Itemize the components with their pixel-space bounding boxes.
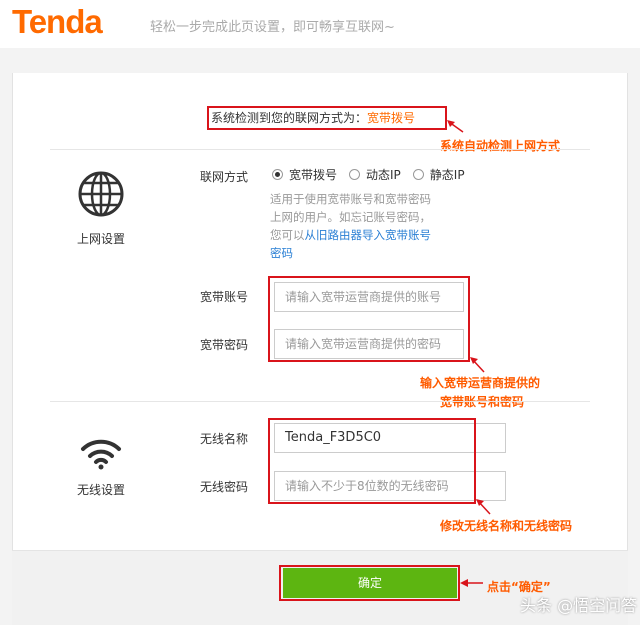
hint-line-4[interactable]: 密码 xyxy=(270,244,480,262)
broadband-password-label: 宽带密码 xyxy=(200,338,249,352)
highlight-broadband-fields xyxy=(268,276,470,362)
radio-pppoe[interactable]: 宽带拨号 xyxy=(272,166,337,183)
tenda-logo: Tenda xyxy=(12,3,103,40)
radio-label-static: 静态IP xyxy=(429,168,465,182)
highlight-wireless-fields xyxy=(268,418,476,504)
header-slogan: 轻松一步完成此页设置，即可畅享互联网~ xyxy=(150,20,395,35)
radio-circle-dhcp[interactable] xyxy=(349,169,361,180)
hint-line-2: 上网的用户。如忘记账号密码， xyxy=(270,210,431,224)
broadband-account-label: 宽带账号 xyxy=(200,290,249,304)
divider-middle xyxy=(50,401,590,402)
globe-icon xyxy=(78,171,124,217)
connection-mode-group: 宽带拨号 动态IP 静态IP xyxy=(272,166,477,183)
hint-line-3-prefix: 您可以 xyxy=(270,228,305,242)
wireless-password-label: 无线密码 xyxy=(200,480,249,494)
wireless-name-label: 无线名称 xyxy=(200,432,249,446)
detect-prefix: 系统检测到您的联网方式为： xyxy=(211,111,368,125)
annotation-arrow-account xyxy=(470,357,485,373)
divider-top xyxy=(50,149,590,150)
watermark: 头条 @悟空问答 xyxy=(520,596,638,615)
confirm-button[interactable]: 确定 xyxy=(283,568,457,598)
connection-detect-box: 系统检测到您的联网方式为：宽带拨号 xyxy=(207,106,447,130)
annotation-wireless: 修改无线名称和无线密码 xyxy=(440,519,573,533)
detect-value: 宽带拨号 xyxy=(367,111,416,125)
internet-section-label: 上网设置 xyxy=(76,232,125,246)
annotation-arrow-detect xyxy=(447,120,464,133)
connection-hint: 适用于使用宽带账号和宽带密码 上网的用户。如忘记账号密码， 您可以从旧路由器导入… xyxy=(270,190,480,262)
wireless-section-label: 无线设置 xyxy=(76,483,125,497)
annotation-arrow-confirm xyxy=(460,579,483,587)
wifi-icon xyxy=(81,439,121,470)
radio-circle-static[interactable] xyxy=(412,169,424,180)
radio-circle-pppoe[interactable] xyxy=(272,169,283,180)
radio-static[interactable]: 静态IP xyxy=(412,166,465,183)
radio-dhcp[interactable]: 动态IP xyxy=(349,166,401,183)
annotation-account-line-1: 输入宽带运营商提供的 xyxy=(420,376,541,390)
import-from-old-router-link[interactable]: 从旧路由器导入宽带账号 xyxy=(305,228,432,242)
connection-mode-label: 联网方式 xyxy=(200,170,249,184)
annotation-arrow-wireless xyxy=(476,499,491,515)
annotation-detect: 系统自动检测上网方式 xyxy=(440,139,561,153)
hint-line-1: 适用于使用宽带账号和宽带密码 xyxy=(270,192,431,206)
radio-label-pppoe: 宽带拨号 xyxy=(289,168,338,182)
radio-label-dhcp: 动态IP xyxy=(366,168,401,182)
header: Tenda 轻松一步完成此页设置，即可畅享互联网~ xyxy=(0,0,640,48)
